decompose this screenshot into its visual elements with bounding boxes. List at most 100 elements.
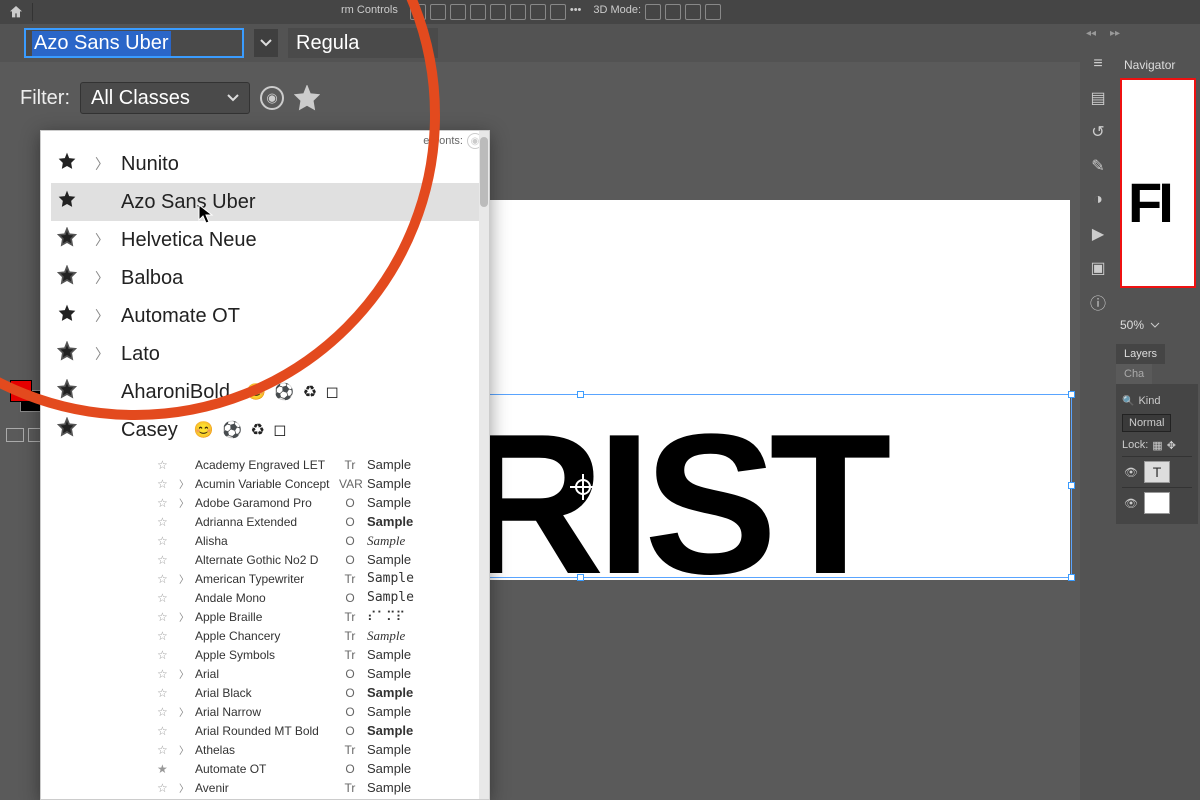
favorite-star-icon[interactable]: ☆ <box>157 515 168 529</box>
favorite-star-icon[interactable] <box>57 417 79 443</box>
favorite-star-icon[interactable]: ☆ <box>157 781 168 795</box>
favorite-star-icon[interactable] <box>57 265 79 291</box>
favorite-star-icon[interactable] <box>57 341 79 367</box>
font-favorite-row[interactable]: Casey😊 ⚽ ♻ ◻ <box>51 411 489 449</box>
favorite-star-icon[interactable]: ☆ <box>157 610 168 624</box>
font-list-row[interactable]: ☆〉American TypewriterTrSample <box>151 569 489 588</box>
layer-thumbnail[interactable] <box>1144 492 1170 514</box>
scrollbar-thumb[interactable] <box>480 137 488 207</box>
resize-handle[interactable] <box>577 574 584 581</box>
font-favorite-row[interactable]: 〉Helvetica Neue <box>51 221 489 259</box>
favorite-star-icon[interactable] <box>57 227 79 253</box>
favorite-star-icon[interactable]: ☆ <box>157 496 168 510</box>
font-list-row[interactable]: ☆Adrianna ExtendedOSample <box>151 512 489 531</box>
standard-mode-icon[interactable] <box>6 428 24 442</box>
align-bottom-icon[interactable] <box>510 4 526 20</box>
favorite-star-icon[interactable]: ☆ <box>157 591 168 605</box>
expand-icon[interactable]: 〉 <box>179 495 187 510</box>
foreground-color[interactable] <box>10 380 32 402</box>
expand-icon[interactable]: 〉 <box>179 609 187 624</box>
favorite-star-icon[interactable]: ☆ <box>157 667 168 681</box>
favorite-star-icon[interactable]: ☆ <box>157 648 168 662</box>
navigator-preview[interactable]: FI <box>1120 78 1196 288</box>
align-right-icon[interactable] <box>450 4 466 20</box>
font-list-row[interactable]: ☆〉ArialOSample <box>151 664 489 683</box>
font-favorite-row[interactable]: Azo Sans Uber <box>51 183 489 221</box>
font-favorite-row[interactable]: 〉Balboa <box>51 259 489 297</box>
favorite-star-icon[interactable] <box>57 303 79 329</box>
align-vmid-icon[interactable] <box>490 4 506 20</box>
favorite-star-icon[interactable] <box>57 379 79 405</box>
info-icon[interactable]: ⓘ <box>1088 292 1108 312</box>
3d-pan-icon[interactable] <box>665 4 681 20</box>
lock-position-icon[interactable]: ✥ <box>1167 439 1176 452</box>
font-list-row[interactable]: ☆Arial Rounded MT BoldOSample <box>151 721 489 740</box>
font-dropdown-panel[interactable]: e Fonts: ◉ 〉NunitoAzo Sans Uber〉Helvetic… <box>40 130 490 800</box>
actions-icon[interactable]: ▶ <box>1088 224 1108 244</box>
tab-layers[interactable]: Layers <box>1116 344 1165 364</box>
font-favorite-row[interactable]: 〉Automate OT <box>51 297 489 335</box>
font-list-row[interactable]: ☆Apple ChanceryTrSample <box>151 626 489 645</box>
expand-icon[interactable]: 〉 <box>95 306 105 326</box>
align-top-icon[interactable] <box>470 4 486 20</box>
expand-icon[interactable]: 〉 <box>95 230 105 250</box>
font-style-select[interactable]: Regula <box>288 28 438 58</box>
home-icon[interactable] <box>8 4 24 20</box>
3d-orbit-icon[interactable] <box>645 4 661 20</box>
favorite-star-icon[interactable]: ☆ <box>157 629 168 643</box>
font-favorite-row[interactable]: 〉Lato <box>51 335 489 373</box>
favorite-star-icon[interactable]: ☆ <box>157 534 168 548</box>
expand-icon[interactable]: 〉 <box>95 344 105 364</box>
favorites-filter-icon[interactable] <box>294 85 320 111</box>
panel-collapse-icon[interactable]: ▸▸ <box>1110 28 1120 39</box>
favorite-star-icon[interactable] <box>57 189 79 215</box>
expand-icon[interactable]: 〉 <box>95 154 105 174</box>
font-list-row[interactable]: ☆Andale MonoOSample <box>151 588 489 607</box>
resize-handle[interactable] <box>1068 391 1075 398</box>
brush-icon[interactable]: ✎ <box>1088 156 1108 176</box>
history-icon[interactable]: ↺ <box>1088 122 1108 142</box>
tab-channels[interactable]: Cha <box>1116 364 1152 384</box>
filter-classes-select[interactable]: All Classes <box>80 82 250 114</box>
favorite-star-icon[interactable]: ☆ <box>157 572 168 586</box>
font-list-row[interactable]: ☆〉AthelasTrSample <box>151 740 489 759</box>
visibility-icon[interactable]: 👁 <box>1124 466 1138 479</box>
font-list-row[interactable]: ☆〉Apple BrailleTr⠎⠁⠍⠏ <box>151 607 489 626</box>
blend-mode-select[interactable]: Normal <box>1122 414 1171 432</box>
scrollbar[interactable] <box>479 131 489 799</box>
font-list-row[interactable]: ☆Academy Engraved LETTrSample <box>151 455 489 474</box>
expand-icon[interactable]: 〉 <box>95 268 105 288</box>
font-favorite-row[interactable]: AharoniBold😊 ⚽ ♻ ◻ <box>51 373 489 411</box>
more-icon[interactable]: ••• <box>570 4 582 20</box>
align-left-icon[interactable] <box>410 4 426 20</box>
font-list-row[interactable]: ☆Apple SymbolsTrSample <box>151 645 489 664</box>
visibility-icon[interactable]: 👁 <box>1124 497 1138 510</box>
expand-icon[interactable]: 〉 <box>179 780 187 795</box>
swatches-icon[interactable]: ◑ <box>1088 190 1108 210</box>
favorite-star-icon[interactable]: ☆ <box>157 553 168 567</box>
navigator-zoom[interactable]: 50% <box>1120 318 1160 332</box>
font-list-row[interactable]: ☆〉Arial NarrowOSample <box>151 702 489 721</box>
favorite-star-icon[interactable]: ☆ <box>157 477 168 491</box>
properties-icon[interactable]: ▣ <box>1088 258 1108 278</box>
layer-row[interactable]: 👁 T <box>1122 456 1192 487</box>
font-family-select[interactable]: Azo Sans Uber <box>24 28 244 58</box>
favorite-star-icon[interactable]: ☆ <box>157 686 168 700</box>
3d-light-icon[interactable] <box>705 4 721 20</box>
layer-thumbnail[interactable]: T <box>1144 461 1170 483</box>
styles-icon[interactable]: ▤ <box>1088 88 1108 108</box>
resize-handle[interactable] <box>577 391 584 398</box>
resize-handle[interactable] <box>1068 574 1075 581</box>
expand-icon[interactable]: 〉 <box>179 571 187 586</box>
favorite-star-icon[interactable]: ★ <box>157 762 168 776</box>
expand-icon[interactable]: 〉 <box>179 476 187 491</box>
adjustments-icon[interactable]: ≡ <box>1088 54 1108 74</box>
3d-slide-icon[interactable] <box>685 4 701 20</box>
expand-icon[interactable]: 〉 <box>179 742 187 757</box>
font-list-row[interactable]: ☆Alternate Gothic No2 DOSample <box>151 550 489 569</box>
distribute-v-icon[interactable] <box>550 4 566 20</box>
font-list-row[interactable]: ★Automate OTOSample <box>151 759 489 778</box>
font-dropdown-button[interactable] <box>254 29 278 57</box>
font-list-row[interactable]: ☆Arial BlackOSample <box>151 683 489 702</box>
favorite-star-icon[interactable]: ☆ <box>157 724 168 738</box>
